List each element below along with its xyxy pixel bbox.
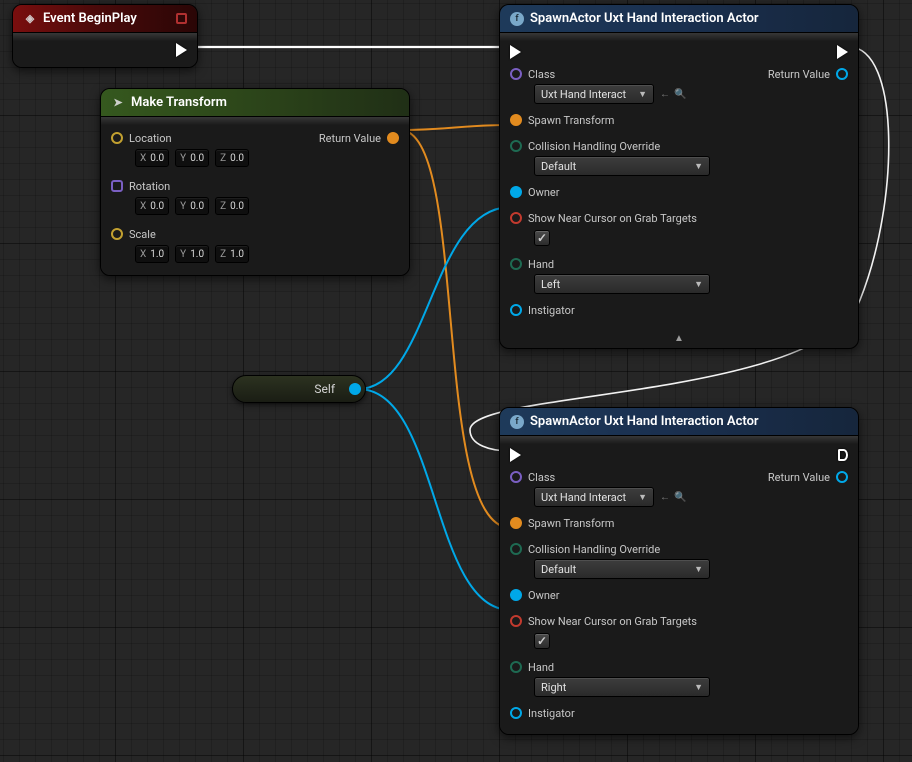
collision-dropdown[interactable]: Default▼ [534, 156, 710, 176]
instigator-label: Instigator [528, 304, 575, 317]
spawn-transform-label: Spawn Transform [528, 517, 614, 530]
exec-out-pin[interactable] [837, 45, 848, 59]
expand-toggle[interactable]: ▲ [500, 331, 858, 348]
rot-x-input[interactable]: X0.0 [135, 197, 169, 215]
hand-label: Hand [528, 661, 554, 674]
return-value-label: Return Value [768, 471, 830, 484]
self-output-pin[interactable] [349, 383, 361, 395]
node-header[interactable]: ◈ Event BeginPlay [13, 5, 197, 33]
hand-pin[interactable] [510, 661, 522, 673]
class-label: Class [528, 471, 555, 484]
location-vector: X0.0 Y0.0 Z0.0 [111, 149, 399, 167]
find-asset-icon: 🔍 [674, 89, 686, 100]
node-spawnactor-right[interactable]: f SpawnActor Uxt Hand Interaction Actor … [499, 407, 859, 735]
owner-pin[interactable] [510, 186, 522, 198]
scale-vector: X1.0 Y1.0 Z1.0 [111, 245, 399, 263]
transform-icon: ➤ [111, 96, 125, 110]
loc-y-input[interactable]: Y0.0 [175, 149, 209, 167]
collision-dropdown[interactable]: Default▼ [534, 559, 710, 579]
chevron-down-icon: ▼ [694, 682, 703, 693]
show-near-pin[interactable] [510, 615, 522, 627]
class-input-pin[interactable] [510, 68, 522, 80]
chevron-down-icon: ▼ [694, 279, 703, 290]
delegate-pin[interactable] [176, 13, 187, 24]
instigator-pin[interactable] [510, 304, 522, 316]
hand-pin[interactable] [510, 258, 522, 270]
exec-in-pin[interactable] [510, 448, 521, 462]
event-icon: ◈ [23, 12, 37, 26]
return-value-pin[interactable] [387, 132, 399, 144]
chevron-down-icon: ▼ [638, 89, 647, 100]
collision-pin[interactable] [510, 543, 522, 555]
owner-pin[interactable] [510, 589, 522, 601]
class-input-pin[interactable] [510, 471, 522, 483]
hand-dropdown[interactable]: Left▼ [534, 274, 710, 294]
find-asset-icon: 🔍 [674, 492, 686, 503]
show-near-pin[interactable] [510, 212, 522, 224]
owner-label: Owner [528, 589, 559, 602]
collision-pin[interactable] [510, 140, 522, 152]
spawn-transform-pin[interactable] [510, 517, 522, 529]
rotation-vector: X0.0 Y0.0 Z0.0 [111, 197, 399, 215]
node-header[interactable]: f SpawnActor Uxt Hand Interaction Actor [500, 5, 858, 33]
show-near-label: Show Near Cursor on Grab Targets [528, 615, 697, 628]
hand-dropdown[interactable]: Right▼ [534, 677, 710, 697]
asset-nav-icons[interactable]: ←🔍 [660, 492, 686, 503]
scale-input-pin[interactable] [111, 228, 123, 240]
location-input-pin[interactable] [111, 132, 123, 144]
hand-label: Hand [528, 258, 554, 271]
scl-z-input[interactable]: Z1.0 [215, 245, 249, 263]
node-title: Event BeginPlay [43, 11, 137, 26]
instigator-pin[interactable] [510, 707, 522, 719]
browse-back-icon: ← [660, 89, 670, 100]
class-dropdown[interactable]: Uxt Hand Interact▼ [534, 84, 654, 104]
function-icon: f [510, 415, 524, 429]
exec-in-pin[interactable] [510, 45, 521, 59]
instigator-label: Instigator [528, 707, 575, 720]
show-near-checkbox[interactable]: ✓ [534, 230, 550, 246]
class-label: Class [528, 68, 555, 81]
node-header[interactable]: f SpawnActor Uxt Hand Interaction Actor [500, 408, 858, 436]
scale-label: Scale [129, 228, 156, 241]
chevron-down-icon: ▼ [638, 492, 647, 503]
show-near-checkbox[interactable]: ✓ [534, 633, 550, 649]
rotation-label: Rotation [129, 180, 170, 193]
node-title: Make Transform [131, 95, 227, 110]
chevron-down-icon: ▼ [694, 161, 703, 172]
return-value-label: Return Value [319, 132, 381, 145]
return-value-label: Return Value [768, 68, 830, 81]
collision-label: Collision Handling Override [528, 140, 660, 153]
show-near-label: Show Near Cursor on Grab Targets [528, 212, 697, 225]
loc-x-input[interactable]: X0.0 [135, 149, 169, 167]
self-label: Self [314, 382, 335, 396]
loc-z-input[interactable]: Z0.0 [215, 149, 249, 167]
exec-out-pin[interactable] [176, 43, 187, 57]
rotation-input-pin[interactable] [111, 180, 123, 192]
function-icon: f [510, 12, 524, 26]
scl-y-input[interactable]: Y1.0 [175, 245, 209, 263]
spawn-transform-pin[interactable] [510, 114, 522, 126]
node-make-transform[interactable]: ➤ Make Transform Location Return Value X… [100, 88, 410, 276]
rot-z-input[interactable]: Z0.0 [215, 197, 249, 215]
node-title: SpawnActor Uxt Hand Interaction Actor [530, 414, 759, 429]
spawn-transform-label: Spawn Transform [528, 114, 614, 127]
node-self[interactable]: Self [232, 375, 366, 403]
location-label: Location [129, 132, 172, 145]
node-title: SpawnActor Uxt Hand Interaction Actor [530, 11, 759, 26]
node-header[interactable]: ➤ Make Transform [101, 89, 409, 117]
exec-out-pin[interactable] [838, 449, 848, 461]
owner-label: Owner [528, 186, 559, 199]
asset-nav-icons[interactable]: ←🔍 [660, 89, 686, 100]
node-spawnactor-left[interactable]: f SpawnActor Uxt Hand Interaction Actor … [499, 4, 859, 349]
rot-y-input[interactable]: Y0.0 [175, 197, 209, 215]
chevron-down-icon: ▼ [694, 564, 703, 575]
class-dropdown[interactable]: Uxt Hand Interact▼ [534, 487, 654, 507]
return-value-pin[interactable] [836, 68, 848, 80]
node-event-beginplay[interactable]: ◈ Event BeginPlay [12, 4, 198, 68]
collision-label: Collision Handling Override [528, 543, 660, 556]
return-value-pin[interactable] [836, 471, 848, 483]
scl-x-input[interactable]: X1.0 [135, 245, 169, 263]
browse-back-icon: ← [660, 492, 670, 503]
